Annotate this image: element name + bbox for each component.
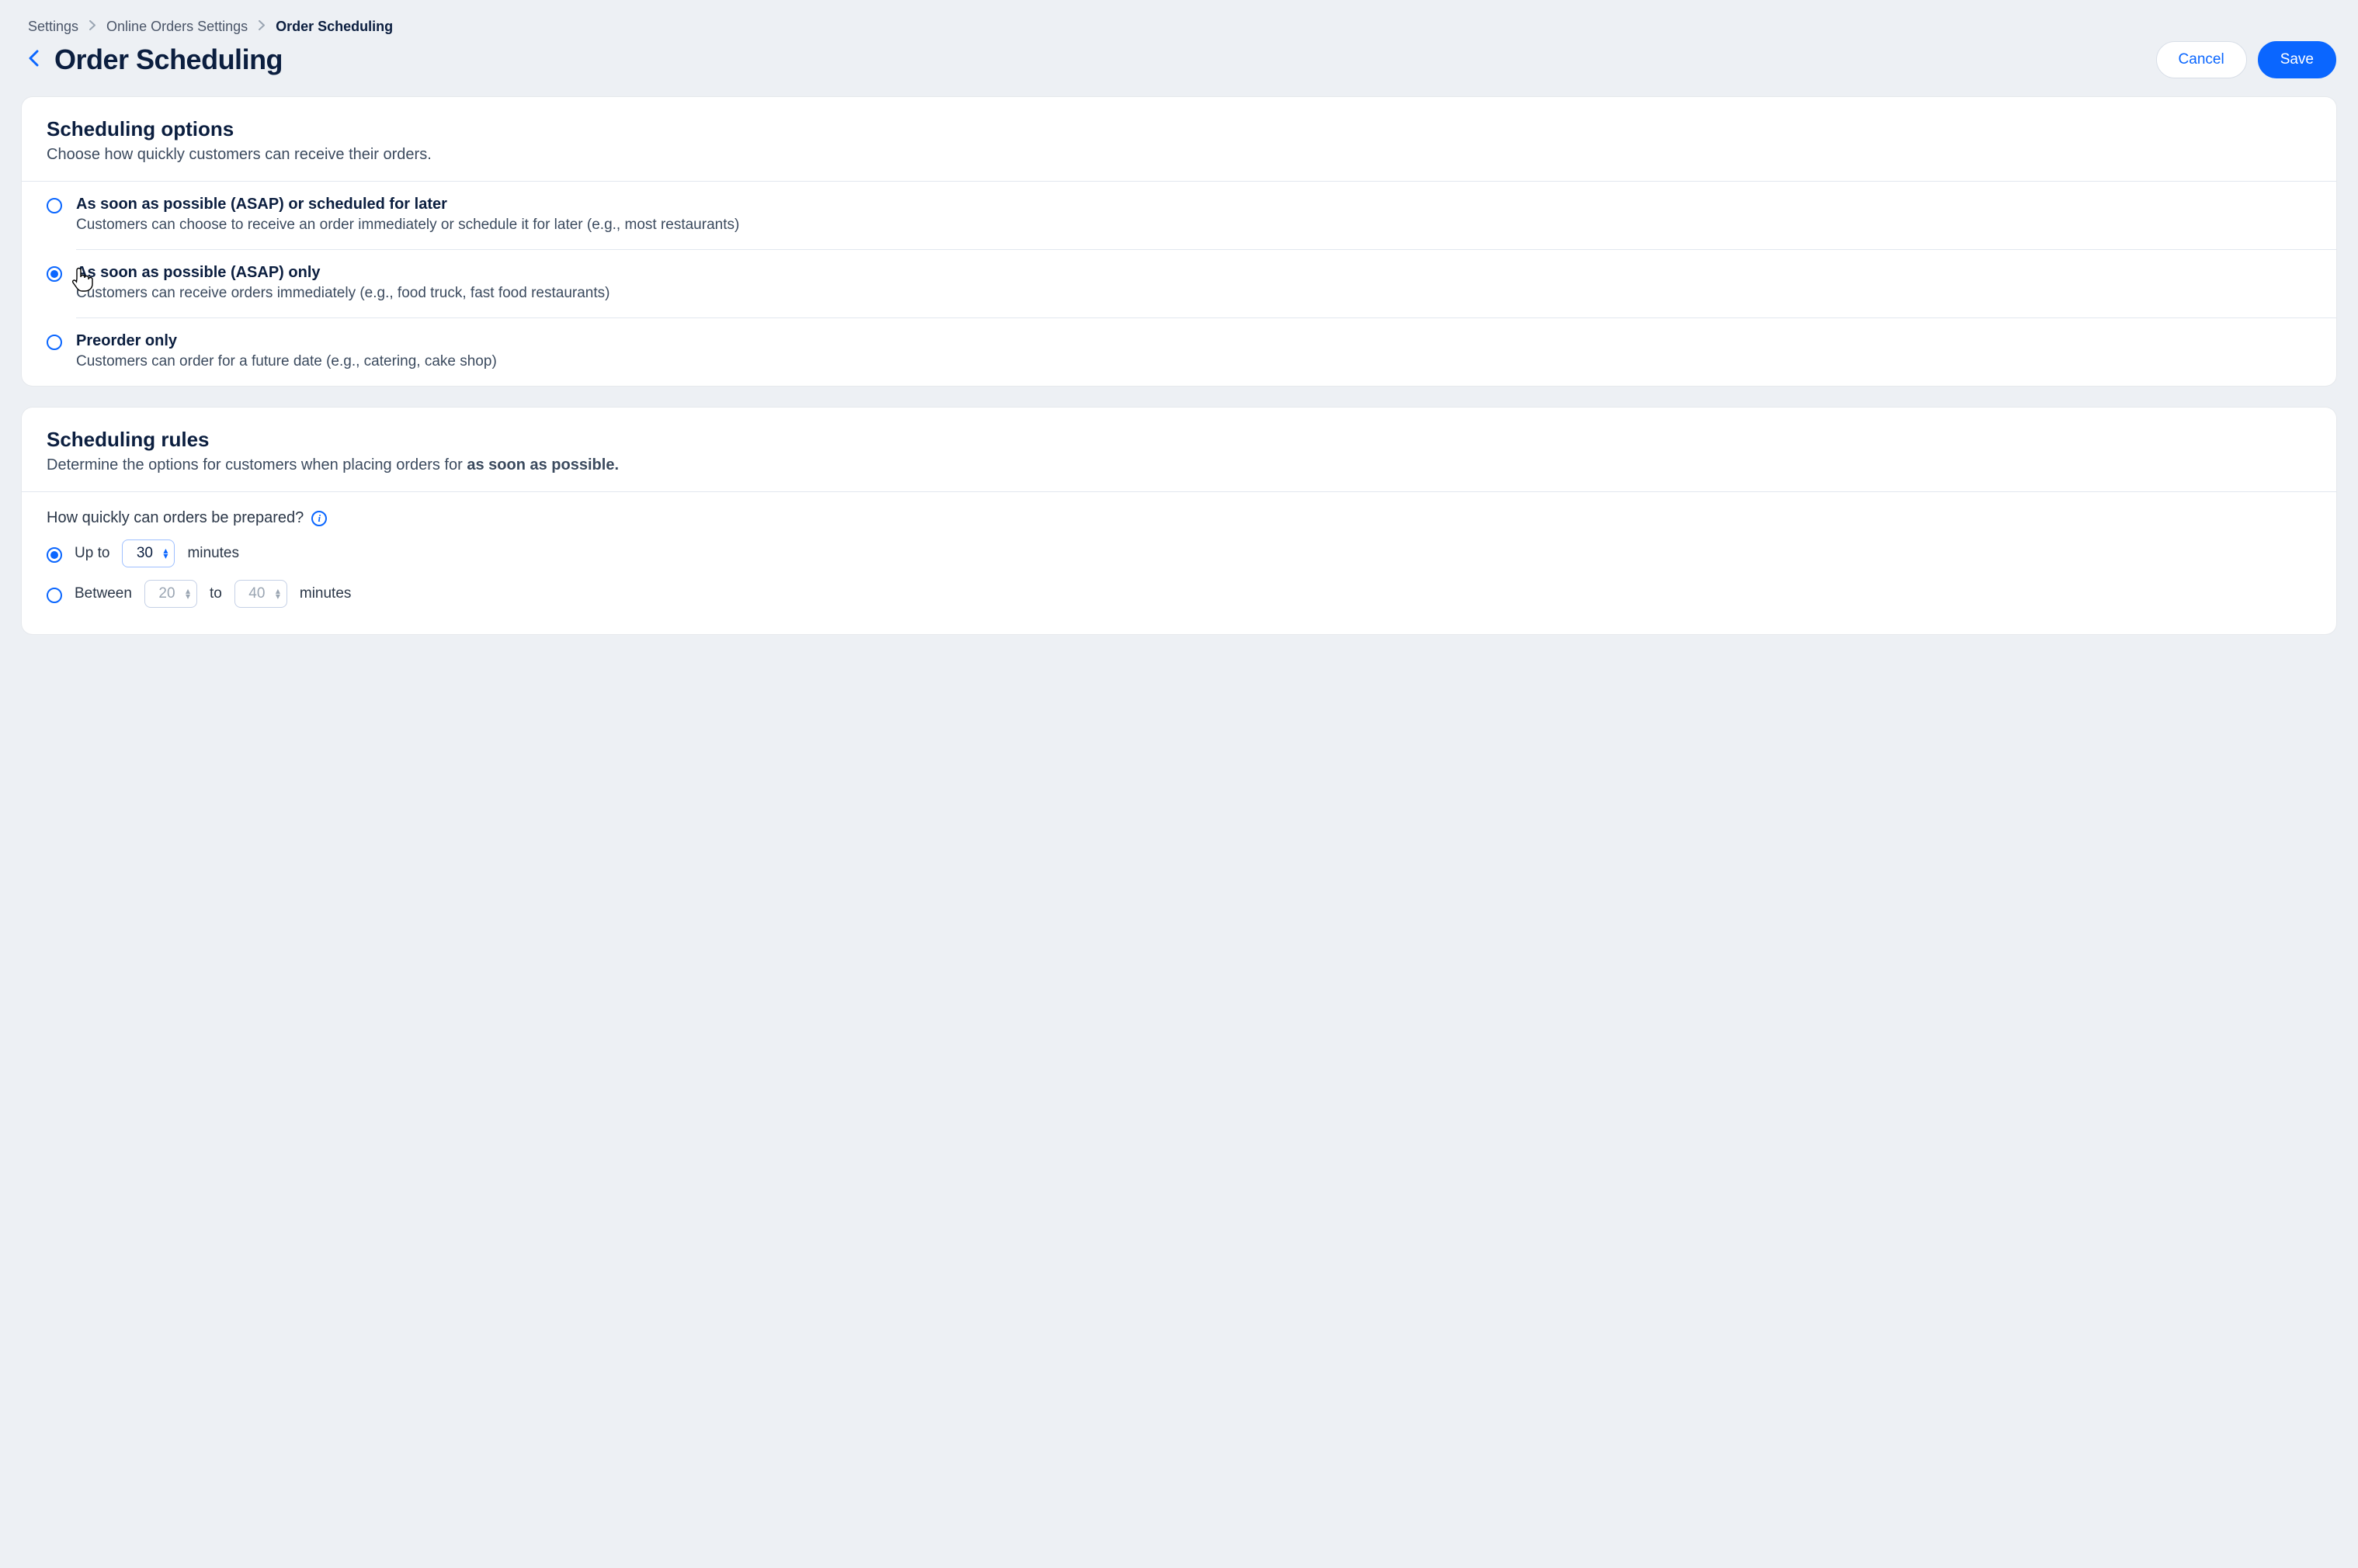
radio-asap-or-scheduled[interactable]: [47, 198, 62, 213]
page-title: Order Scheduling: [54, 43, 283, 76]
between-from-value: 20: [156, 585, 178, 602]
scheduling-rules-heading: Scheduling rules: [47, 428, 2311, 452]
between-to-stepper[interactable]: 40 ▴▾: [234, 580, 287, 608]
stepper-arrows-icon[interactable]: ▴▾: [276, 588, 280, 599]
prep-question: How quickly can orders be prepared?: [47, 509, 304, 527]
cancel-button[interactable]: Cancel: [2156, 41, 2247, 78]
breadcrumb-online-orders-settings[interactable]: Online Orders Settings: [106, 19, 248, 35]
option-asap-or-scheduled[interactable]: As soon as possible (ASAP) or scheduled …: [22, 182, 2336, 249]
to-label: to: [210, 585, 222, 602]
scheduling-options-heading: Scheduling options: [47, 117, 2311, 141]
option-desc: Customers can choose to receive an order…: [76, 217, 739, 234]
back-button[interactable]: [22, 45, 45, 75]
radio-between[interactable]: [47, 588, 62, 603]
up-to-value: 30: [134, 545, 155, 562]
info-icon[interactable]: i: [311, 511, 327, 526]
between-label: Between: [75, 585, 132, 602]
breadcrumb-current: Order Scheduling: [276, 19, 393, 35]
scheduling-rules-sub: Determine the options for customers when…: [47, 456, 2311, 474]
prep-between-row[interactable]: Between 20 ▴▾ to 40 ▴▾ minutes: [22, 574, 2336, 614]
scheduling-rules-card: Scheduling rules Determine the options f…: [22, 408, 2336, 634]
option-label: As soon as possible (ASAP) or scheduled …: [76, 196, 739, 213]
option-desc: Customers can receive orders immediately…: [76, 285, 609, 302]
up-to-stepper[interactable]: 30 ▴▾: [122, 539, 175, 567]
chevron-right-icon: [259, 20, 265, 34]
option-preorder-only[interactable]: Preorder only Customers can order for a …: [22, 318, 2336, 386]
breadcrumb-settings[interactable]: Settings: [28, 19, 78, 35]
breadcrumb: Settings Online Orders Settings Order Sc…: [22, 19, 2336, 35]
unit-label: minutes: [300, 585, 352, 602]
stepper-arrows-icon[interactable]: ▴▾: [186, 588, 190, 599]
scheduling-options-card: Scheduling options Choose how quickly cu…: [22, 97, 2336, 386]
scheduling-options-sub: Choose how quickly customers can receive…: [47, 146, 2311, 164]
unit-label: minutes: [187, 545, 239, 562]
up-to-label: Up to: [75, 545, 109, 562]
radio-up-to[interactable]: [47, 547, 62, 563]
between-to-value: 40: [246, 585, 268, 602]
between-from-stepper[interactable]: 20 ▴▾: [144, 580, 197, 608]
option-label: Preorder only: [76, 332, 497, 350]
radio-asap-only[interactable]: [47, 266, 62, 282]
chevron-right-icon: [89, 20, 96, 34]
prep-up-to-row[interactable]: Up to 30 ▴▾ minutes: [22, 533, 2336, 574]
page-header: Order Scheduling Cancel Save: [22, 41, 2336, 78]
option-desc: Customers can order for a future date (e…: [76, 353, 497, 370]
save-button[interactable]: Save: [2258, 41, 2336, 78]
option-label: As soon as possible (ASAP) only: [76, 264, 609, 282]
option-asap-only[interactable]: As soon as possible (ASAP) only Customer…: [22, 250, 2336, 317]
radio-preorder-only[interactable]: [47, 335, 62, 350]
stepper-arrows-icon[interactable]: ▴▾: [163, 548, 168, 559]
